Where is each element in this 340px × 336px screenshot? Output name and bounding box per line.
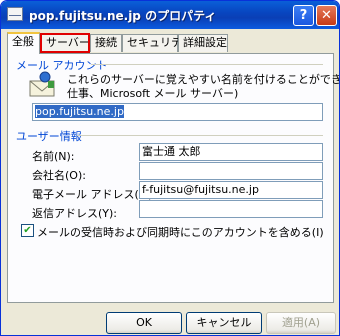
tab-advanced[interactable]: 詳細設定	[178, 34, 228, 52]
reply-address-label: 返信アドレス(Y):	[32, 207, 118, 220]
tab-server[interactable]: サーバー	[40, 33, 90, 53]
include-account-label: メールの受信時および同期時にこのアカウントを含める(I)	[37, 226, 324, 239]
properties-dialog: pop.fujitsu.ne.jp のプロパティ ? ✕ 全般 サーバー 接続 …	[0, 0, 340, 336]
ok-button[interactable]: OK	[106, 312, 182, 334]
section-divider	[77, 135, 323, 136]
account-name-value: pop.fujitsu.ne.jp	[35, 105, 124, 118]
account-envelope-icon	[29, 71, 55, 97]
cancel-button[interactable]: キャンセル	[186, 312, 262, 334]
reply-address-input[interactable]	[139, 200, 323, 218]
window-title: pop.fujitsu.ne.jp のプロパティ	[29, 9, 217, 23]
account-description-line2: 仕事、Microsoft メール サーバー)	[67, 87, 239, 100]
company-input[interactable]	[139, 162, 323, 180]
user-info-section-label: ユーザー情報	[16, 130, 82, 143]
title-bar[interactable]: pop.fujitsu.ne.jp のプロパティ ? ✕	[1, 1, 339, 29]
apply-button[interactable]: 適用(A)	[266, 312, 336, 334]
email-label: 電子メール アドレス(M):	[32, 188, 157, 201]
include-account-checkbox[interactable]: ✔	[21, 224, 34, 237]
company-label: 会社名(O):	[32, 169, 86, 182]
name-input[interactable]: 富士通 太郎	[139, 143, 323, 161]
tab-security[interactable]: セキュリティ	[122, 34, 192, 52]
tab-connection[interactable]: 接続	[90, 34, 122, 52]
tab-general[interactable]: 全般	[7, 32, 40, 54]
account-name-input[interactable]: pop.fujitsu.ne.jp	[32, 103, 323, 121]
mail-account-icon	[7, 7, 23, 21]
email-input[interactable]: f-fujitsu@fujitsu.ne.jp	[139, 181, 323, 199]
help-button[interactable]: ?	[293, 5, 314, 26]
section-divider	[91, 64, 323, 65]
name-label: 名前(N):	[32, 150, 75, 163]
close-button[interactable]: ✕	[316, 5, 337, 26]
